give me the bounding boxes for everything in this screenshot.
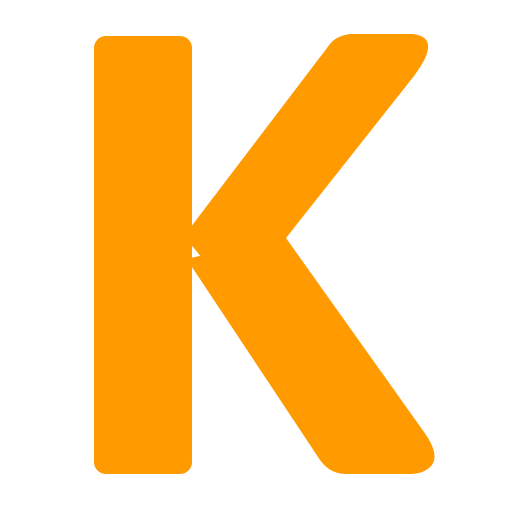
logo-canvas [0, 0, 512, 512]
letter-k-logo [94, 34, 435, 474]
letter-k-stem [94, 36, 192, 474]
letter-k-lower-leg [190, 238, 435, 474]
